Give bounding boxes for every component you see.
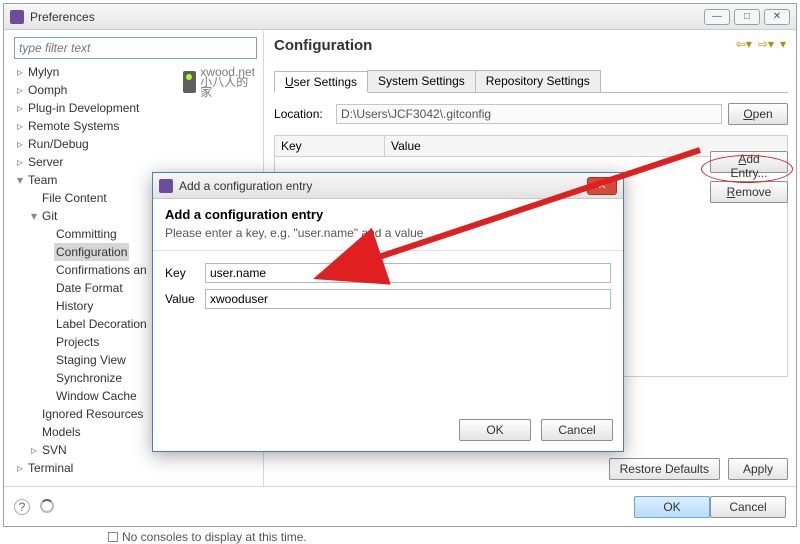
tree-label[interactable]: Terminal	[26, 459, 75, 477]
dialog-footer: ? OK Cancel	[4, 486, 796, 526]
ok-button[interactable]: OK	[634, 496, 710, 518]
maximize-button[interactable]: □	[734, 9, 760, 25]
value-input[interactable]	[205, 289, 611, 309]
tree-label[interactable]: Configuration	[54, 243, 129, 261]
tree-label[interactable]: Confirmations an	[54, 261, 149, 279]
tree-label[interactable]: Team	[26, 171, 59, 189]
tree-item-run-debug[interactable]: ▹Run/Debug	[14, 135, 263, 153]
expand-icon[interactable]: ▹	[28, 441, 40, 459]
tree-label[interactable]: Window Cache	[54, 387, 139, 405]
filter-input[interactable]	[14, 37, 257, 59]
expand-icon[interactable]: ▹	[14, 135, 26, 153]
dialog-title: Add a configuration entry	[179, 179, 587, 193]
add-entry-dialog: Add a configuration entry ✕ Add a config…	[152, 172, 624, 452]
expand-icon[interactable]: ▾	[14, 171, 26, 189]
key-input[interactable]	[205, 263, 611, 283]
tree-label[interactable]: Models	[40, 423, 83, 441]
status-text: No consoles to display at this time.	[122, 530, 307, 544]
tree-label[interactable]: Plug-in Development	[26, 99, 141, 117]
robot-icon	[183, 71, 196, 93]
back-icon[interactable]: ⇦▾	[736, 37, 752, 51]
forward-icon[interactable]: ⇨▾	[758, 37, 774, 51]
tree-item-remote-systems[interactable]: ▹Remote Systems	[14, 117, 263, 135]
location-label: Location:	[274, 107, 330, 121]
console-icon	[108, 532, 118, 542]
tree-label[interactable]: Staging View	[54, 351, 128, 369]
dialog-ok-button[interactable]: OK	[459, 419, 531, 441]
tab-repository-settings[interactable]: Repository Settings	[475, 70, 601, 92]
panel-toolbar: ⇦▾ ⇨▾ ▾	[736, 37, 786, 51]
key-header: Key	[275, 136, 385, 156]
tab-user-settings[interactable]: User Settings	[274, 71, 368, 93]
add-entry-button[interactable]: Add Entry...	[710, 151, 788, 173]
tree-label[interactable]: Ignored Resources	[40, 405, 145, 423]
location-input[interactable]	[336, 104, 722, 124]
filter-box	[14, 37, 257, 59]
value-label: Value	[165, 292, 205, 306]
minimize-button[interactable]: —	[704, 9, 730, 25]
tree-label[interactable]: SVN	[40, 441, 69, 459]
titlebar: Preferences — □ ✕	[4, 4, 796, 30]
tab-system-settings[interactable]: System Settings	[367, 70, 476, 92]
expand-icon[interactable]: ▹	[14, 81, 26, 99]
expand-icon[interactable]: ▹	[14, 99, 26, 117]
tree-label[interactable]: Server	[26, 153, 65, 171]
status-bar: No consoles to display at this time.	[108, 530, 307, 544]
cancel-button[interactable]: Cancel	[710, 496, 786, 518]
close-button[interactable]: ✕	[764, 9, 790, 25]
remove-button[interactable]: Remove	[710, 181, 788, 203]
panel-title: Configuration	[274, 37, 788, 54]
expand-icon[interactable]: ▹	[14, 459, 26, 477]
tree-label[interactable]: Remote Systems	[26, 117, 121, 135]
tree-label[interactable]: Synchronize	[54, 369, 124, 387]
watermark-line2: 小八人的家	[200, 77, 255, 97]
window-title: Preferences	[30, 10, 704, 24]
dialog-heading: Add a configuration entry	[165, 207, 611, 222]
tree-label[interactable]: Git	[40, 207, 59, 225]
tree-label[interactable]: Oomph	[26, 81, 69, 99]
expand-icon[interactable]: ▾	[28, 207, 40, 225]
key-label: Key	[165, 266, 205, 280]
tree-label[interactable]: File Content	[40, 189, 109, 207]
settings-tabs: User Settings System Settings Repository…	[274, 70, 788, 93]
tree-label[interactable]: Label Decoration	[54, 315, 149, 333]
help-icon[interactable]: ?	[14, 499, 30, 515]
eclipse-icon	[10, 10, 24, 24]
tree-label[interactable]: Committing	[54, 225, 119, 243]
restore-defaults-button[interactable]: Restore Defaults	[609, 458, 720, 480]
tree-label[interactable]: Run/Debug	[26, 135, 91, 153]
tree-item-server[interactable]: ▹Server	[14, 153, 263, 171]
tree-label[interactable]: Mylyn	[26, 63, 61, 81]
watermark: xwood.net 小八人的家	[183, 61, 255, 103]
eclipse-icon	[159, 179, 173, 193]
tree-label[interactable]: Date Format	[54, 279, 125, 297]
menu-icon[interactable]: ▾	[780, 37, 786, 51]
expand-icon[interactable]: ▹	[14, 63, 26, 81]
apply-button[interactable]: Apply	[728, 458, 788, 480]
expand-icon[interactable]: ▹	[14, 117, 26, 135]
progress-icon	[40, 499, 54, 513]
expand-icon[interactable]: ▹	[14, 153, 26, 171]
tree-label[interactable]: History	[54, 297, 95, 315]
dialog-cancel-button[interactable]: Cancel	[541, 419, 613, 441]
tree-item-terminal[interactable]: ▹Terminal	[14, 459, 263, 477]
open-button[interactable]: Open	[728, 103, 788, 125]
dialog-hint: Please enter a key, e.g. "user.name" and…	[165, 226, 611, 240]
tree-label[interactable]: Projects	[54, 333, 101, 351]
dialog-close-button[interactable]: ✕	[587, 177, 617, 195]
